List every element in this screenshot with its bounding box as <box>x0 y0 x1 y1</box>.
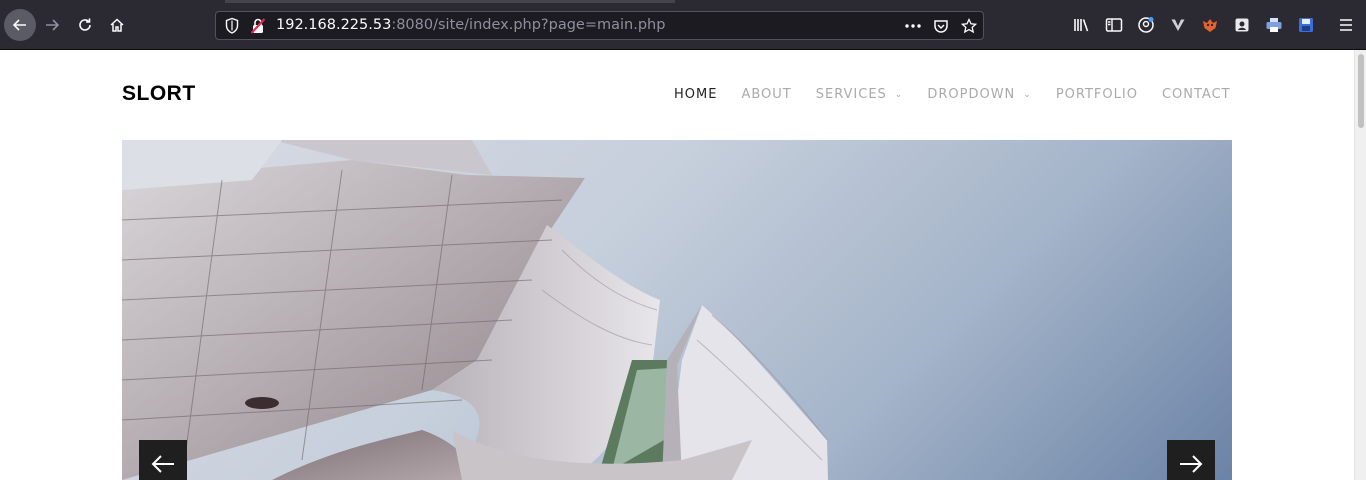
arrow-left-icon <box>151 455 174 473</box>
fox-extension-button[interactable] <box>1200 15 1220 35</box>
address-bar[interactable]: 192.168.225.53:8080/site/index.php?page=… <box>215 11 984 40</box>
back-arrow-icon <box>12 19 26 31</box>
save-extension-button[interactable] <box>1296 15 1316 35</box>
home-icon <box>110 18 124 32</box>
forward-arrow-icon <box>46 19 60 31</box>
nav-label: ABOUT <box>741 87 792 102</box>
page-scrollbar[interactable] <box>1354 50 1366 480</box>
arrow-right-icon <box>1180 455 1203 473</box>
scrollbar-thumb[interactable] <box>1358 54 1364 128</box>
sidebar-icon <box>1105 18 1123 32</box>
tracking-shield-icon[interactable] <box>224 17 240 35</box>
chevron-down-icon: ⌄ <box>1023 89 1032 100</box>
back-button[interactable] <box>4 9 36 41</box>
nav-services[interactable]: SERVICES ⌄ <box>816 87 904 102</box>
printer-extension-icon <box>1266 18 1282 32</box>
cookie-extension-button[interactable] <box>1232 15 1252 35</box>
reload-button[interactable] <box>69 9 101 41</box>
nav-label: DROPDOWN <box>927 87 1016 102</box>
more-actions-button[interactable] <box>902 16 924 36</box>
library-button[interactable] <box>1072 15 1092 35</box>
site-logo[interactable]: SLORT <box>122 82 196 106</box>
bookmark-star-icon <box>961 18 977 34</box>
more-actions-icon <box>905 24 921 28</box>
vpn-extension-button[interactable] <box>1168 15 1188 35</box>
pocket-button[interactable] <box>930 16 952 36</box>
hamburger-menu-icon <box>1340 19 1352 31</box>
account-icon <box>1138 17 1154 33</box>
vpn-extension-icon <box>1171 19 1185 31</box>
cookie-extension-icon <box>1235 18 1249 32</box>
web-page: SLORT HOME ABOUT SERVICES ⌄ DROPDOWN ⌄ POR… <box>0 50 1354 480</box>
slider-next-button[interactable] <box>1167 440 1215 480</box>
forward-button[interactable] <box>36 9 68 41</box>
account-button[interactable] <box>1136 15 1156 35</box>
chevron-down-icon: ⌄ <box>894 89 904 100</box>
printer-extension-button[interactable] <box>1264 15 1284 35</box>
nav-label: SERVICES <box>815 87 887 102</box>
library-icon <box>1074 19 1089 32</box>
nav-dropdown[interactable]: DROPDOWN ⌄ <box>927 87 1031 102</box>
nav-label: HOME <box>674 87 718 102</box>
browser-toolbar: 192.168.225.53:8080/site/index.php?page=… <box>0 0 1366 50</box>
building-photo <box>122 140 828 480</box>
url-path: :8080/site/index.php?page=main.php <box>391 17 666 33</box>
nav-label: PORTFOLIO <box>1055 87 1138 102</box>
main-navigation: HOME ABOUT SERVICES ⌄ DROPDOWN ⌄ PORTFOLIO… <box>674 87 1230 102</box>
home-button[interactable] <box>101 9 133 41</box>
url-text[interactable]: 192.168.225.53:8080/site/index.php?page=… <box>276 17 665 33</box>
nav-portfolio[interactable]: PORTFOLIO <box>1056 87 1138 102</box>
bookmark-button[interactable] <box>958 16 980 36</box>
tab-indicator <box>225 0 675 3</box>
reload-icon <box>79 18 91 31</box>
nav-about[interactable]: ABOUT <box>741 87 791 102</box>
fox-extension-icon <box>1203 19 1217 32</box>
slider-prev-button[interactable] <box>139 440 187 480</box>
nav-home[interactable]: HOME <box>674 87 717 102</box>
nav-contact[interactable]: CONTACT <box>1162 87 1231 102</box>
sidebar-button[interactable] <box>1104 15 1124 35</box>
app-menu-button[interactable] <box>1336 15 1356 35</box>
pocket-icon <box>934 20 948 33</box>
insecure-lock-icon[interactable] <box>250 17 266 35</box>
save-extension-icon <box>1299 18 1313 32</box>
url-host: 192.168.225.53 <box>276 17 392 33</box>
hero-slider-image <box>122 140 1232 480</box>
nav-label: CONTACT <box>1161 87 1231 102</box>
